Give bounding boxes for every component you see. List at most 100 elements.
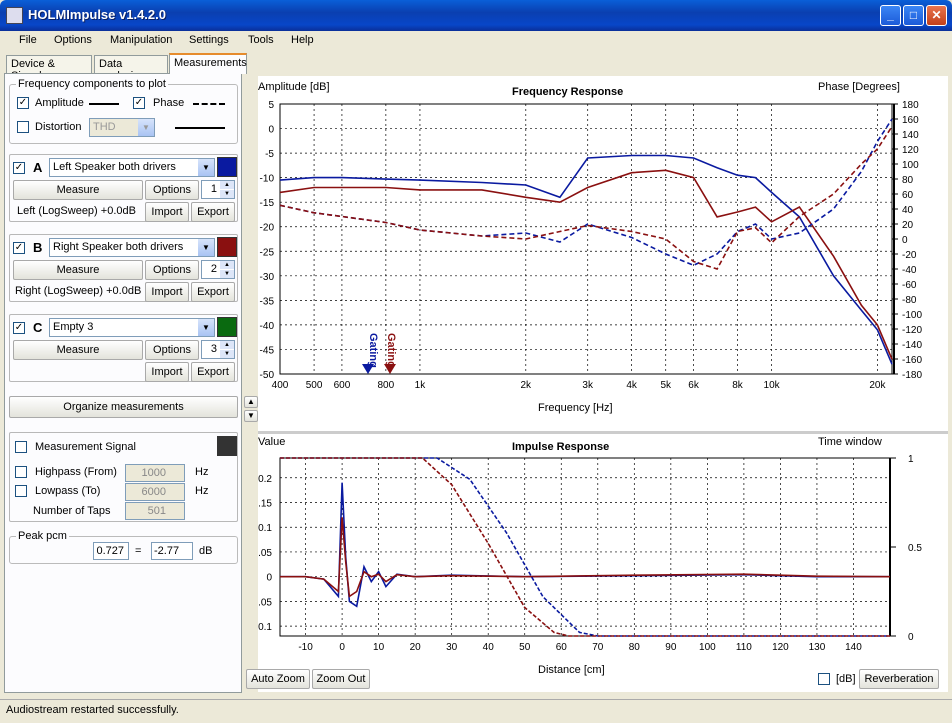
spin-down-icon[interactable]: ▼ — [220, 270, 234, 278]
charts-canvas[interactable]: 400 500 600 800 1k 2k 3k 4k 5k 6k 8k 10k 20k50-5-10-… — [258, 76, 948, 692]
measurement-a-number-spinner[interactable]: 1 ▲ ▼ — [201, 180, 235, 199]
measurement-c-measure-button[interactable]: Measure — [13, 340, 143, 360]
measurement-a-number: 1 — [210, 183, 217, 195]
distance-tick: 60 — [556, 642, 568, 653]
measurement-signal-checkbox[interactable] — [15, 441, 27, 453]
chart-splitter[interactable] — [258, 431, 948, 434]
measurement-a-select[interactable]: Left Speaker both drivers ▼ — [49, 158, 215, 177]
measurement-b-color-swatch[interactable] — [217, 237, 237, 257]
measurement-c-select[interactable]: Empty 3 ▼ — [49, 318, 215, 337]
measurement-a-export-button[interactable]: Export — [191, 202, 235, 222]
amplitude-tick: -10 — [260, 174, 275, 185]
amplitude-tick: -5 — [265, 149, 274, 160]
frequency-x-tick: 6k — [688, 380, 700, 391]
tab-data-analysis[interactable]: Data analysis — [94, 55, 168, 82]
frequency-response-chart[interactable]: 400 500 600 800 1k 2k 3k 4k 5k 6k 8k 10k 20k50-5-10-… — [258, 81, 922, 414]
amplitude-label: Amplitude — [35, 97, 84, 109]
menu-help[interactable]: Help — [291, 34, 314, 46]
measurement-a-import-button[interactable]: Import — [145, 202, 189, 222]
measurement-a-name: Left Speaker both drivers — [53, 161, 176, 173]
spin-up-icon[interactable]: ▲ — [220, 181, 234, 189]
measurement-b-export-button[interactable]: Export — [191, 282, 235, 302]
measurement-b-checkbox[interactable]: ✓ — [13, 242, 25, 254]
signal-color-swatch[interactable] — [217, 436, 237, 456]
impulse-chart-title: Impulse Response — [512, 441, 609, 453]
chevron-down-icon: ▼ — [198, 159, 214, 176]
collapse-down-icon[interactable]: ▼ — [244, 410, 258, 422]
measurement-c-number-spinner[interactable]: 3 ▲ ▼ — [201, 340, 235, 359]
measurement-a-measure-button[interactable]: Measure — [13, 180, 143, 200]
peak-equals: = — [135, 545, 142, 557]
menu-options[interactable]: Options — [54, 34, 92, 46]
reverberation-button[interactable]: Reverberation — [859, 669, 939, 689]
phase-tick: -180 — [902, 370, 922, 381]
maximize-button[interactable]: □ — [903, 5, 924, 26]
spin-down-icon[interactable]: ▼ — [220, 350, 234, 358]
distance-tick: 110 — [736, 642, 752, 653]
window-tick: 0 — [908, 632, 914, 643]
organize-measurements-button[interactable]: Organize measurements — [9, 396, 238, 418]
measurement-c-export-button[interactable]: Export — [191, 362, 235, 382]
zoom-out-button[interactable]: Zoom Out — [312, 669, 370, 689]
amplitude-checkbox[interactable]: ✓ — [17, 97, 29, 109]
app-icon[interactable] — [6, 7, 23, 24]
measurement-c-color-swatch[interactable] — [217, 317, 237, 337]
measurement-b-measure-button[interactable]: Measure — [13, 260, 143, 280]
measurement-b-letter: B — [33, 240, 43, 255]
amplitude-tick: 0 — [268, 125, 274, 136]
measurement-a-checkbox[interactable]: ✓ — [13, 162, 25, 174]
distance-tick: 90 — [665, 642, 677, 653]
phase-tick: 100 — [902, 160, 919, 171]
phase-label: Phase — [153, 97, 185, 109]
peak-legend: Peak pcm — [18, 530, 67, 542]
measurement-c-name: Empty 3 — [53, 321, 94, 333]
measurement-b-select[interactable]: Right Speaker both drivers ▼ — [49, 238, 215, 257]
lowpass-label: Lowpass (To) — [35, 485, 101, 497]
lowpass-checkbox[interactable] — [15, 485, 27, 497]
amplitude-tick: -35 — [260, 296, 275, 307]
auto-zoom-button[interactable]: Auto Zoom — [246, 669, 310, 689]
value-tick: 0.2 — [258, 474, 272, 485]
impulse-plot-area[interactable] — [279, 457, 891, 637]
window-tick: 0.5 — [908, 543, 922, 554]
distortion-checkbox[interactable] — [17, 121, 29, 133]
measurement-c-import-button[interactable]: Import — [145, 362, 189, 382]
highpass-checkbox[interactable] — [15, 466, 27, 478]
menu-manipulation[interactable]: Manipulation — [110, 34, 172, 46]
spin-up-icon[interactable]: ▲ — [220, 261, 234, 269]
close-button[interactable]: ✕ — [926, 5, 947, 26]
db-checkbox[interactable] — [818, 673, 830, 685]
frequency-x-tick: 5k — [660, 380, 672, 391]
measurement-a-color-swatch[interactable] — [217, 157, 237, 177]
collapse-up-icon[interactable]: ▲ — [244, 396, 258, 408]
amplitude-tick: 5 — [268, 100, 274, 111]
frequency-x-tick: 2k — [521, 380, 533, 391]
amplitude-tick: -30 — [260, 272, 275, 283]
measurement-b-options-button[interactable]: Options — [145, 260, 199, 280]
measurement-a-options-button[interactable]: Options — [145, 180, 199, 200]
phase-tick: -40 — [902, 265, 917, 276]
tab-device-signal[interactable]: Device & Signal — [6, 55, 92, 82]
lowpass-input[interactable]: 6000 — [125, 483, 185, 501]
measurement-b-number-spinner[interactable]: 2 ▲ ▼ — [201, 260, 235, 279]
menu-tools[interactable]: Tools — [248, 34, 274, 46]
frequency-components-legend: Frequency components to plot — [18, 78, 166, 90]
value-tick: 0 — [266, 573, 272, 584]
distance-tick: 70 — [592, 642, 604, 653]
value-tick: 0.1 — [258, 523, 272, 534]
chevron-down-icon: ▼ — [198, 239, 214, 256]
measurement-c-checkbox[interactable]: ✓ — [13, 322, 25, 334]
distortion-select[interactable]: THD ▼ — [89, 118, 155, 137]
menu-settings[interactable]: Settings — [189, 34, 229, 46]
highpass-input[interactable]: 1000 — [125, 464, 185, 482]
measurement-b-import-button[interactable]: Import — [145, 282, 189, 302]
spin-up-icon[interactable]: ▲ — [220, 341, 234, 349]
measurement-c-options-button[interactable]: Options — [145, 340, 199, 360]
taps-input[interactable]: 501 — [125, 502, 185, 520]
menu-file[interactable]: File — [19, 34, 37, 46]
value-tick: -0.1 — [258, 622, 272, 633]
minimize-button[interactable]: _ — [880, 5, 901, 26]
phase-checkbox[interactable]: ✓ — [133, 97, 145, 109]
tab-measurements[interactable]: Measurements — [169, 53, 247, 74]
spin-down-icon[interactable]: ▼ — [220, 190, 234, 198]
